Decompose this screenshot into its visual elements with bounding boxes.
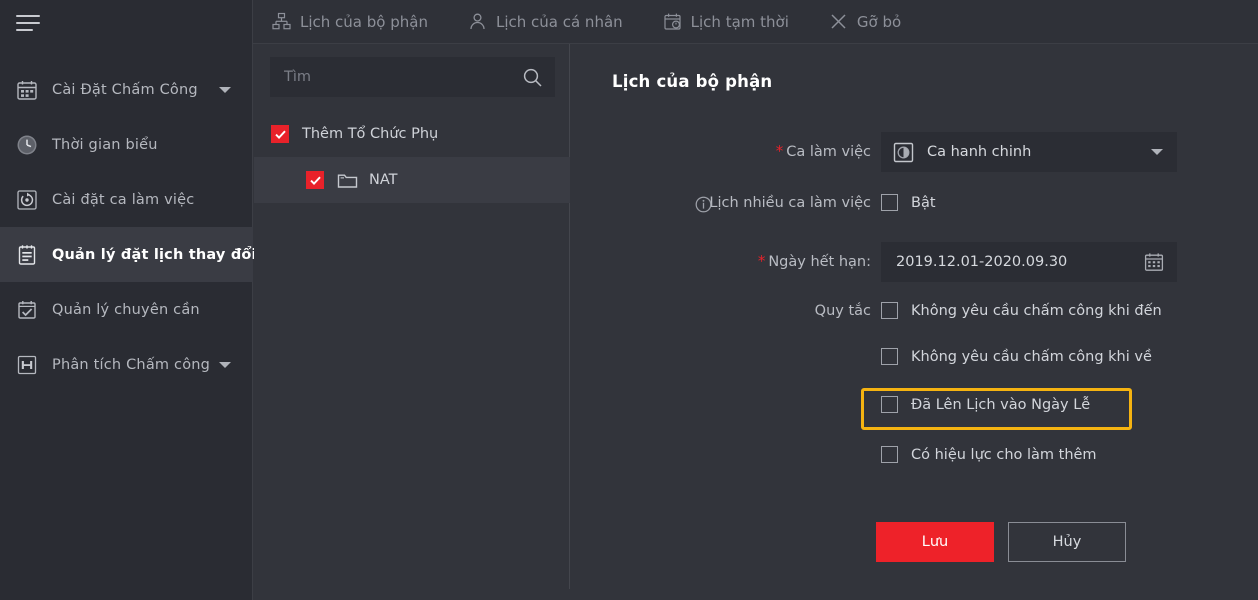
field-row-rules: Quy tắc Không yêu cầu chấm công khi đến [571, 302, 1258, 319]
required-asterisk: * [775, 142, 784, 160]
expiry-date-value: 2019.12.01-2020.09.30 [896, 254, 1068, 270]
field-row-expiry: * Ngày hết hạn: 2019.12.01-2020.09.30 [571, 242, 1258, 282]
tab-bar: Lịch của bộ phận Lịch của cá nhân Lịch t… [253, 0, 1258, 44]
chevron-down-icon[interactable] [219, 361, 231, 368]
tab-label: Gỡ bỏ [856, 12, 902, 31]
tree-node-label: NAT [369, 172, 398, 188]
info-icon[interactable] [695, 196, 712, 213]
checkbox-checked-icon[interactable] [306, 171, 324, 189]
search-box[interactable] [270, 57, 555, 97]
tab-lich-tam-thoi[interactable]: Lịch tạm thời [663, 0, 807, 44]
highlight-annotation-box [861, 388, 1132, 430]
sidebar-menu: Cài Đặt Chấm Công Thời gian biểu Cài đặt… [0, 62, 257, 392]
calendar-temp-icon [663, 12, 682, 31]
organization-tree-panel: Thêm Tổ Chức Phụ NAT [254, 44, 570, 589]
cancel-button[interactable]: Hủy [1008, 522, 1126, 562]
tab-go-bo[interactable]: Gỡ bỏ [829, 0, 919, 44]
rule-checkbox-label: Không yêu cầu chấm công khi về [911, 348, 1152, 365]
tree-node-nat[interactable]: NAT [254, 157, 570, 203]
field-label-text: Lịch nhiều ca làm việc [709, 194, 871, 211]
field-label-expiry: * Ngày hết hạn: [571, 252, 881, 271]
rule-checkbox-row-3[interactable]: Có hiệu lực cho làm thêm [881, 446, 1097, 463]
chevron-down-icon[interactable] [219, 86, 231, 93]
field-row-rule-1: Không yêu cầu chấm công khi về [571, 348, 1258, 365]
tab-label: Lịch tạm thời [690, 12, 789, 31]
person-icon [468, 12, 487, 31]
required-asterisk: * [757, 252, 766, 270]
checkbox-unchecked-icon[interactable] [881, 446, 898, 463]
tree-node-label: Thêm Tổ Chức Phụ [302, 126, 439, 142]
tab-lich-cua-ca-nhan[interactable]: Lịch của cá nhân [468, 0, 641, 44]
sidebar-item-quan-ly-chuyen-can[interactable]: Quản lý chuyên cần [0, 282, 253, 337]
sidebar-item-quan-ly-dat-lich-thay-doi[interactable]: Quản lý đặt lịch thay đổi [0, 227, 257, 282]
sidebar-item-cai-dat-ca-lam-viec[interactable]: Cài đặt ca làm việc [0, 172, 253, 227]
multi-shift-checkbox-row[interactable]: Bật [881, 194, 936, 211]
hamburger-icon[interactable] [12, 9, 46, 37]
field-row-rule-3: Có hiệu lực cho làm thêm [571, 446, 1258, 463]
shift-select[interactable]: Ca hanh chinh [881, 132, 1177, 172]
page-title: Lịch của bộ phận [612, 72, 773, 91]
tree-node-them-to-chuc-phu[interactable]: Thêm Tổ Chức Phụ [254, 111, 570, 157]
field-row-shift: * Ca làm việc Ca hanh chinh [571, 132, 1258, 172]
chevron-down-icon[interactable] [1151, 149, 1163, 155]
search-input[interactable] [284, 69, 521, 85]
shift-select-value: Ca hanh chinh [927, 144, 1032, 160]
tab-lich-cua-bo-phan[interactable]: Lịch của bộ phận [272, 0, 446, 44]
field-label-text: Ngày hết hạn: [768, 254, 871, 270]
sidebar-item-label: Quản lý chuyên cần [52, 301, 200, 318]
field-label-text: Quy tắc [814, 302, 871, 319]
shift-settings-icon [14, 187, 40, 213]
calendar-settings-icon [14, 77, 40, 103]
clock-icon [14, 132, 40, 158]
field-label-rules: Quy tắc [571, 303, 881, 319]
search-icon[interactable] [521, 66, 543, 88]
sidebar-item-cai-dat-cham-cong[interactable]: Cài Đặt Chấm Công [0, 62, 253, 117]
tree-list: Thêm Tổ Chức Phụ NAT [254, 111, 570, 203]
checkbox-unchecked-icon[interactable] [881, 194, 898, 211]
checkbox-unchecked-icon[interactable] [881, 302, 898, 319]
rule-checkbox-label: Không yêu cầu chấm công khi đến [911, 302, 1162, 319]
sidebar: Cài Đặt Chấm Công Thời gian biểu Cài đặt… [0, 0, 257, 600]
form-panel: Lịch của bộ phận * Ca làm việc Ca hanh ch… [571, 44, 1258, 589]
rule-checkbox-row-1[interactable]: Không yêu cầu chấm công khi về [881, 348, 1152, 365]
field-row-multi-shift: Lịch nhiều ca làm việc Bật [571, 194, 1258, 213]
field-label-text: Ca làm việc [786, 144, 871, 160]
sidebar-item-phan-tich-cham-cong[interactable]: Phân tích Chấm công [0, 337, 253, 392]
calendar-icon[interactable] [1144, 252, 1164, 272]
app-window: Cài Đặt Chấm Công Thời gian biểu Cài đặt… [0, 0, 1258, 600]
tab-label: Lịch của cá nhân [495, 12, 623, 31]
close-x-icon [829, 12, 848, 31]
rule-checkbox-row-0[interactable]: Không yêu cầu chấm công khi đến [881, 302, 1162, 319]
folder-icon [337, 171, 358, 190]
sidebar-item-label: Quản lý đặt lịch thay đổi [52, 246, 257, 263]
shift-badge-icon [893, 142, 914, 163]
expiry-date-input[interactable]: 2019.12.01-2020.09.30 [881, 242, 1177, 282]
save-button[interactable]: Lưu [876, 522, 994, 562]
sidebar-item-label: Cài đặt ca làm việc [52, 191, 195, 208]
sidebar-item-label: Phân tích Chấm công [52, 356, 211, 373]
multi-shift-checkbox-label: Bật [911, 194, 936, 211]
schedule-list-icon [14, 242, 40, 268]
field-label-multi-shift: Lịch nhiều ca làm việc [571, 194, 881, 213]
form-actions: Lưu Hủy [571, 522, 1258, 562]
rule-checkbox-label: Có hiệu lực cho làm thêm [911, 446, 1097, 463]
analytics-icon [14, 352, 40, 378]
field-label-shift: * Ca làm việc [571, 142, 881, 161]
checkbox-checked-icon[interactable] [271, 125, 289, 143]
sidebar-item-label: Thời gian biểu [52, 136, 158, 153]
sidebar-item-label: Cài Đặt Chấm Công [52, 81, 198, 98]
tab-label: Lịch của bộ phận [300, 12, 428, 31]
org-chart-icon [272, 12, 291, 31]
calendar-check-icon [14, 297, 40, 323]
sidebar-item-thoi-gian-bieu[interactable]: Thời gian biểu [0, 117, 253, 172]
checkbox-unchecked-icon[interactable] [881, 348, 898, 365]
